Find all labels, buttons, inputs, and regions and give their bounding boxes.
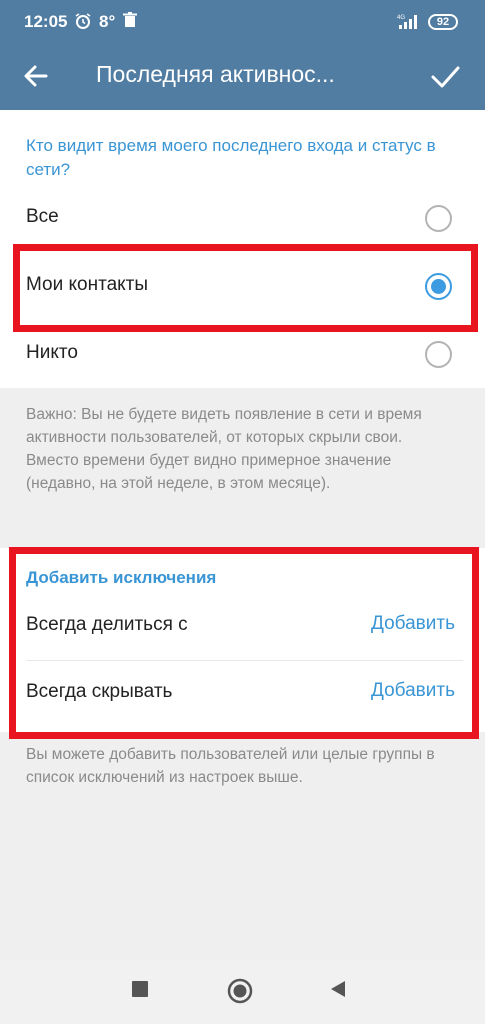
always-share-row[interactable]: Всегда делиться с Добавить [0, 594, 485, 660]
trash-icon [123, 12, 137, 33]
option-nobody[interactable]: Никто [0, 322, 485, 388]
radio-unchecked-icon[interactable] [425, 205, 452, 232]
add-always-hide-button[interactable]: Добавить [371, 680, 455, 702]
app-bar: Последняя активнос... [0, 42, 485, 110]
square-icon[interactable] [131, 980, 149, 1003]
row-label: Всегда делиться с [26, 614, 188, 635]
triangle-back-icon[interactable] [329, 980, 347, 1003]
circle-icon[interactable] [227, 978, 253, 1009]
page-title: Последняя активнос... [96, 61, 335, 87]
battery-indicator: 92 [428, 14, 458, 30]
visibility-note: Важно: Вы не будете видеть появление в с… [26, 406, 422, 492]
alarm-icon [74, 12, 92, 35]
radio-checked-icon[interactable] [425, 273, 452, 300]
exceptions-note: Вы можете добавить пользователей или цел… [26, 746, 435, 786]
status-bar: 12:05 8° 4G 92 [0, 0, 485, 42]
section-heading-exceptions: Добавить исключения [26, 568, 217, 587]
option-label: Никто [26, 342, 78, 363]
back-arrow-icon[interactable] [20, 60, 52, 92]
option-everybody[interactable]: Все [0, 186, 485, 252]
exceptions-card: Добавить исключения Всегда делиться с До… [0, 548, 485, 732]
status-time: 12:05 [24, 12, 68, 31]
always-hide-row[interactable]: Всегда скрывать Добавить [0, 661, 485, 727]
check-icon[interactable] [428, 60, 462, 92]
option-my-contacts[interactable]: Мои контакты [0, 254, 485, 320]
radio-unchecked-icon[interactable] [425, 341, 452, 368]
add-always-share-button[interactable]: Добавить [371, 613, 455, 635]
status-temperature: 8° [99, 12, 116, 31]
system-nav-bar [0, 960, 485, 1024]
option-label: Мои контакты [26, 274, 149, 295]
section-heading-visibility: Кто видит время моего последнего входа и… [26, 136, 436, 179]
row-label: Всегда скрывать [26, 681, 173, 702]
last-seen-settings-card: Кто видит время моего последнего входа и… [0, 110, 485, 388]
network-type: 4G [397, 15, 405, 21]
option-label: Все [26, 206, 59, 227]
signal-icon: 4G [397, 13, 421, 34]
